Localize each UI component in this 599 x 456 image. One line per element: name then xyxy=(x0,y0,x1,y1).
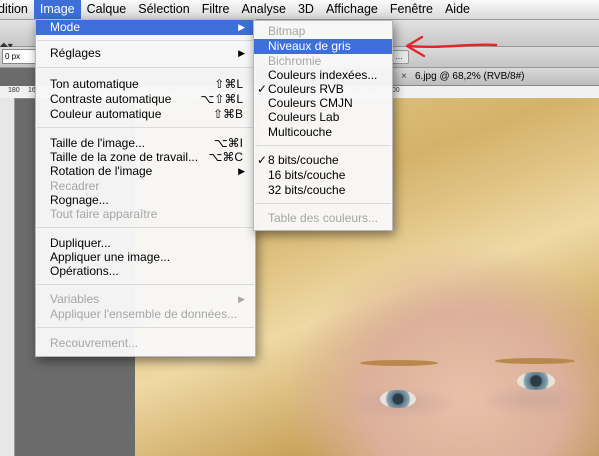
mode-submenu: Bitmap Niveaux de gris Bichromie Couleur… xyxy=(253,20,393,231)
mode-item-table-couleurs: Table des couleurs... xyxy=(268,211,379,225)
menu-3d[interactable]: 3D xyxy=(292,0,320,19)
mode-item-16bits[interactable]: 16 bits/couche xyxy=(254,168,392,183)
checkmark-icon: ✓ xyxy=(257,82,268,96)
menu-item-rotation[interactable]: Rotation de l'image ▶ xyxy=(36,164,255,179)
mode-item-multicouche[interactable]: Multicouche xyxy=(254,125,392,140)
ruler-tick-label: 180 xyxy=(8,87,20,94)
menu-item-tout-faire: Tout faire apparaître xyxy=(50,207,158,221)
close-icon[interactable]: × xyxy=(401,68,407,85)
mode-item-couleurs-indexees[interactable]: Couleurs indexées... xyxy=(254,68,392,83)
document-tab[interactable]: × 6.jpg @ 68,2% (RVB/8#) xyxy=(393,68,599,86)
submenu-arrow-icon: ▶ xyxy=(238,166,245,176)
menu-edition[interactable]: dition xyxy=(0,0,34,19)
menu-bar: dition Image Calque Sélection Filtre Ana… xyxy=(0,0,599,20)
eyebrow-right xyxy=(495,358,575,364)
document-title: 6.jpg @ 68,2% (RVB/8#) xyxy=(415,71,525,82)
checkmark-icon: ✓ xyxy=(257,153,268,167)
menu-item-ton-auto[interactable]: Ton automatique ⇧⌘L xyxy=(36,77,255,92)
mode-item-bitmap: Bitmap xyxy=(268,24,306,38)
menu-item-variables: Variables ▶ xyxy=(50,292,245,306)
menu-item-mode[interactable]: Mode ▶ xyxy=(36,20,255,35)
menu-selection[interactable]: Sélection xyxy=(132,0,195,19)
menu-item-taille-zone[interactable]: Taille de la zone de travail... ⌥⌘C xyxy=(36,150,255,165)
menu-fenetre[interactable]: Fenêtre xyxy=(384,0,439,19)
menu-item-couleur-auto[interactable]: Couleur automatique ⇧⌘B xyxy=(36,107,255,122)
submenu-arrow-icon: ▶ xyxy=(238,48,245,58)
menu-item-taille-image[interactable]: Taille de l'image... ⌥⌘I xyxy=(36,136,255,151)
menu-filtre[interactable]: Filtre xyxy=(196,0,236,19)
menu-item-recouvrement: Recouvrement... xyxy=(50,336,139,350)
mode-item-couleurs-lab[interactable]: Couleurs Lab xyxy=(254,110,392,125)
submenu-arrow-icon: ▶ xyxy=(238,22,245,32)
mode-item-32bits[interactable]: 32 bits/couche xyxy=(254,183,392,198)
eye-right xyxy=(517,372,555,390)
menu-item-contraste-auto[interactable]: Contraste automatique ⌥⇧⌘L xyxy=(36,92,255,107)
mode-item-8bits[interactable]: ✓ 8 bits/couche xyxy=(254,153,392,168)
menu-calque[interactable]: Calque xyxy=(81,0,133,19)
mode-item-couleurs-rvb[interactable]: ✓ Couleurs RVB xyxy=(254,82,392,97)
px-input[interactable]: 0 px xyxy=(2,49,38,64)
menu-item-reglages[interactable]: Réglages ▶ xyxy=(36,46,255,61)
menu-affichage[interactable]: Affichage xyxy=(320,0,384,19)
menu-item-dupliquer[interactable]: Dupliquer... xyxy=(36,236,255,251)
eye-left xyxy=(380,390,416,408)
menu-image[interactable]: Image xyxy=(33,0,81,19)
mode-item-niveaux-gris[interactable]: Niveaux de gris xyxy=(254,39,392,54)
menu-aide[interactable]: Aide xyxy=(439,0,476,19)
menu-item-operations[interactable]: Opérations... xyxy=(36,264,255,279)
red-arrow-annotation xyxy=(405,35,498,58)
menu-item-appliquer-image[interactable]: Appliquer une image... xyxy=(36,250,255,265)
mode-item-couleurs-cmjn[interactable]: Couleurs CMJN xyxy=(254,96,392,111)
vertical-ruler[interactable] xyxy=(0,98,15,456)
menu-item-rognage[interactable]: Rognage... xyxy=(36,193,255,208)
mode-item-bichromie: Bichromie xyxy=(268,54,322,68)
submenu-arrow-icon: ▶ xyxy=(238,294,245,304)
menu-item-appliquer-ensemble: Appliquer l'ensemble de données... xyxy=(50,307,238,321)
image-menu: Mode ▶ Réglages ▶ Ton automatique ⇧⌘L Contr… xyxy=(35,19,256,357)
menu-analyse[interactable]: Analyse xyxy=(235,0,291,19)
menu-item-recadrer: Recadrer xyxy=(50,179,100,193)
eyebrow-left xyxy=(360,360,438,366)
